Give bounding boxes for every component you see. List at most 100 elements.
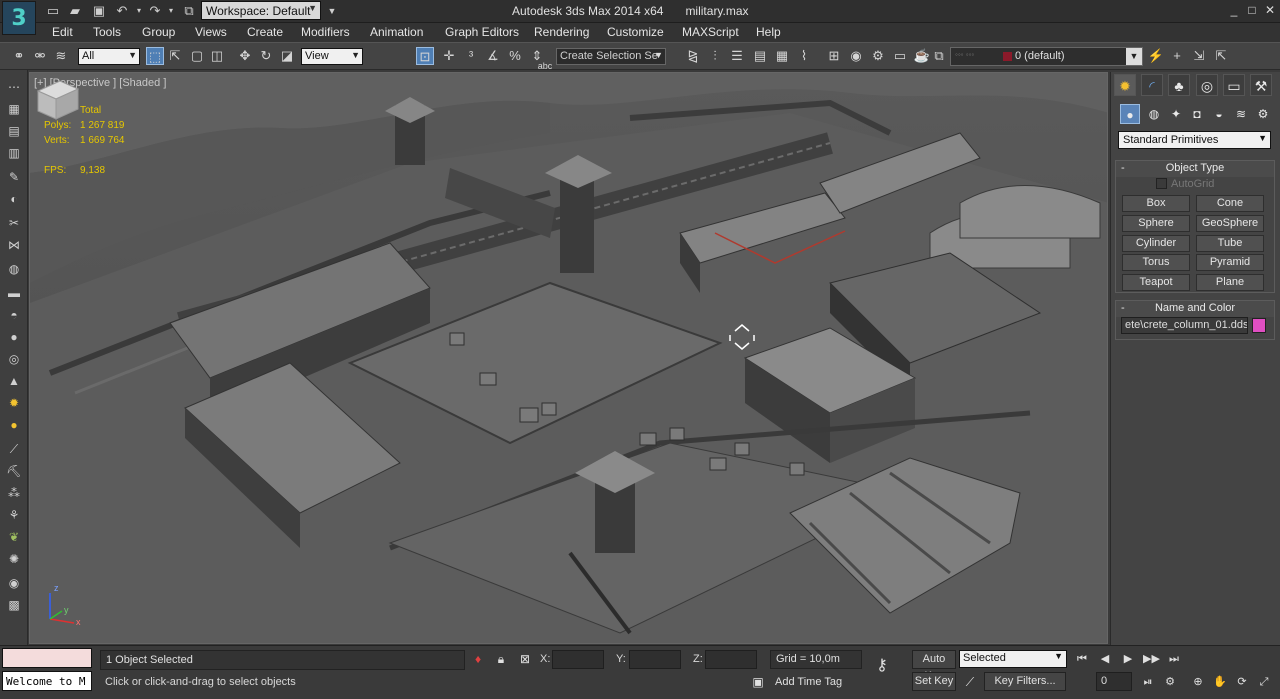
hierarchy-tab-icon[interactable]: ♣ <box>1168 74 1190 96</box>
light-icon[interactable]: ✹ <box>5 394 23 412</box>
angle-snap-icon[interactable]: ∡ <box>484 47 502 65</box>
motion-tab-icon[interactable]: ◎ <box>1196 74 1218 96</box>
select-by-name-icon[interactable]: ⇱ <box>166 47 184 65</box>
key-filters-button[interactable]: Key Filters... <box>984 672 1066 691</box>
selection-filter-dropdown[interactable]: All ▼ <box>78 48 140 65</box>
open-file-icon[interactable]: ▰ <box>66 2 84 20</box>
move-icon[interactable]: ✥ <box>236 47 254 65</box>
sphere-button[interactable]: Sphere <box>1122 215 1190 232</box>
mirror-icon[interactable]: ⧎ <box>684 47 702 65</box>
y-coordinate-field[interactable] <box>629 650 681 669</box>
play-icon[interactable]: ▶ <box>1120 651 1136 667</box>
maxscript-output[interactable]: Welcome to M <box>2 671 92 691</box>
pyramid-button[interactable]: Pyramid <box>1196 254 1264 271</box>
default-tangent-icon[interactable]: ⟋ <box>962 674 978 690</box>
shapes-category-icon[interactable]: ◍ <box>1144 104 1164 124</box>
pivot-center-icon[interactable]: ⊡ <box>416 47 434 65</box>
workspace-dropdown[interactable]: Workspace: Default ▼ <box>201 1 321 20</box>
add-to-layer-icon[interactable]: ⇲ <box>1190 47 1208 65</box>
redo-dropdown-icon[interactable]: ▾ <box>162 2 180 20</box>
loop-icon[interactable]: ◐ <box>5 190 23 208</box>
curve-editor-icon[interactable]: ⌇ <box>795 47 813 65</box>
tube-button[interactable]: Tube <box>1196 235 1264 252</box>
menu-maxscript[interactable]: MAXScript <box>682 25 739 39</box>
fur-icon[interactable]: ✺ <box>5 550 23 568</box>
rectangular-selection-icon[interactable]: ▢ <box>188 47 206 65</box>
select-manipulate-icon[interactable]: ✛ <box>440 47 458 65</box>
perspective-viewport[interactable]: [+] [Perspective ] [Shaded ] Total Polys… <box>29 72 1108 644</box>
menu-graph-editors[interactable]: Graph Editors <box>445 25 519 39</box>
absolute-mode-icon[interactable]: ⊠ <box>517 651 533 667</box>
cameras-category-icon[interactable]: ◘ <box>1187 104 1207 124</box>
geosphere-button[interactable]: GeoSphere <box>1196 215 1264 232</box>
reference-coordinate-dropdown[interactable]: View ▼ <box>301 48 363 65</box>
object-type-rollout-header[interactable]: - Object Type <box>1116 161 1274 177</box>
goto-start-icon[interactable]: ⏮ <box>1074 651 1090 667</box>
z-coordinate-field[interactable] <box>705 650 757 669</box>
goto-end-icon[interactable]: ⏭ <box>1166 651 1182 667</box>
relax-icon[interactable]: ◍ <box>5 260 23 278</box>
texture-icon[interactable]: ▩ <box>5 596 23 614</box>
helpers-category-icon[interactable]: ◒ <box>1209 104 1229 124</box>
plane-button[interactable]: Plane <box>1196 274 1264 291</box>
link-icon[interactable]: ⚭ <box>10 47 28 65</box>
menu-customize[interactable]: Customize <box>607 25 664 39</box>
material-editor-icon[interactable]: ◉ <box>847 47 865 65</box>
cloth-icon[interactable]: ⚘ <box>5 506 23 524</box>
application-menu-button[interactable]: 3 <box>2 1 36 35</box>
create-layer-icon[interactable]: + <box>1168 47 1186 65</box>
orbit-icon[interactable]: ⟳ <box>1234 674 1250 690</box>
modify-tab-icon[interactable]: ◜ <box>1141 74 1163 96</box>
particle-icon[interactable]: ⁂ <box>5 484 23 502</box>
geometry-icon[interactable]: ▥ <box>5 144 23 162</box>
scale-icon[interactable]: ◪ <box>278 47 296 65</box>
autogrid-checkbox[interactable]: AutoGrid <box>1156 178 1214 190</box>
time-configuration-icon[interactable]: ⚙ <box>1162 674 1178 690</box>
previous-frame-icon[interactable]: ◀ <box>1097 651 1113 667</box>
object-name-field[interactable]: ete\crete_column_01.dds <box>1121 317 1248 334</box>
auto-key-button[interactable]: Auto Key <box>912 650 956 682</box>
project-folder-icon[interactable]: ⧉ <box>180 2 198 20</box>
menu-create[interactable]: Create <box>247 25 283 39</box>
menu-rendering[interactable]: Rendering <box>534 25 589 39</box>
undo-icon[interactable]: ↶ <box>113 2 131 20</box>
sun-icon[interactable]: ● <box>5 416 23 434</box>
torus-button[interactable]: Torus <box>1122 254 1190 271</box>
scene-explorer-icon[interactable]: ☰ <box>728 47 746 65</box>
lights-category-icon[interactable]: ✦ <box>1166 104 1186 124</box>
globe-icon[interactable]: ◉ <box>5 574 23 592</box>
menu-help[interactable]: Help <box>756 25 781 39</box>
new-file-icon[interactable]: ▭ <box>44 2 62 20</box>
layer-tools-icon[interactable]: ⧉ <box>930 47 948 65</box>
isolate-selection-icon[interactable]: ♦ <box>470 651 486 667</box>
dome-object-icon[interactable]: ◓ <box>5 306 23 324</box>
snaps-toggle-icon[interactable]: ³ <box>462 47 480 65</box>
cone-button[interactable]: Cone <box>1196 195 1264 212</box>
set-key-icon[interactable]: ⚷ <box>874 658 890 674</box>
graphite-tool-icon[interactable]: ⋯ <box>5 78 23 96</box>
primitive-type-dropdown[interactable]: Standard Primitives ▼ <box>1118 131 1271 149</box>
key-mode-dropdown[interactable]: Selected ▼ <box>959 650 1067 668</box>
layer-properties-icon[interactable]: ⚡ <box>1147 47 1165 65</box>
polygon-modeling-icon[interactable]: ▦ <box>5 100 23 118</box>
graphite-ribbon-icon[interactable]: ▦ <box>773 47 791 65</box>
percent-snap-icon[interactable]: % <box>506 47 524 65</box>
select-in-layer-icon[interactable]: ⇱ <box>1212 47 1230 65</box>
maximize-icon[interactable]: □ <box>1244 2 1260 18</box>
maxscript-listener-mini[interactable] <box>2 648 92 668</box>
quick-access-dropdown-icon[interactable]: ▼ <box>323 2 341 20</box>
cut-icon[interactable]: ✂ <box>5 214 23 232</box>
next-frame-icon[interactable]: ▶▶ <box>1143 651 1160 667</box>
time-tag-icon[interactable]: ▣ <box>750 674 766 690</box>
menu-edit[interactable]: Edit <box>52 25 73 39</box>
unlink-icon[interactable]: ⚮ <box>31 47 49 65</box>
minimize-icon[interactable]: _ <box>1226 2 1242 18</box>
create-tab-icon[interactable]: ✹ <box>1114 74 1136 96</box>
geometry-category-icon[interactable]: ● <box>1120 104 1140 124</box>
schematic-view-icon[interactable]: ⊞ <box>825 47 843 65</box>
menu-group[interactable]: Group <box>142 25 175 39</box>
lock-selection-icon[interactable]: 🔒︎ <box>493 651 509 667</box>
align-icon[interactable]: ⫶ <box>706 47 724 65</box>
spacewarps-category-icon[interactable]: ≋ <box>1231 104 1251 124</box>
systems-category-icon[interactable]: ⚙ <box>1253 104 1273 124</box>
